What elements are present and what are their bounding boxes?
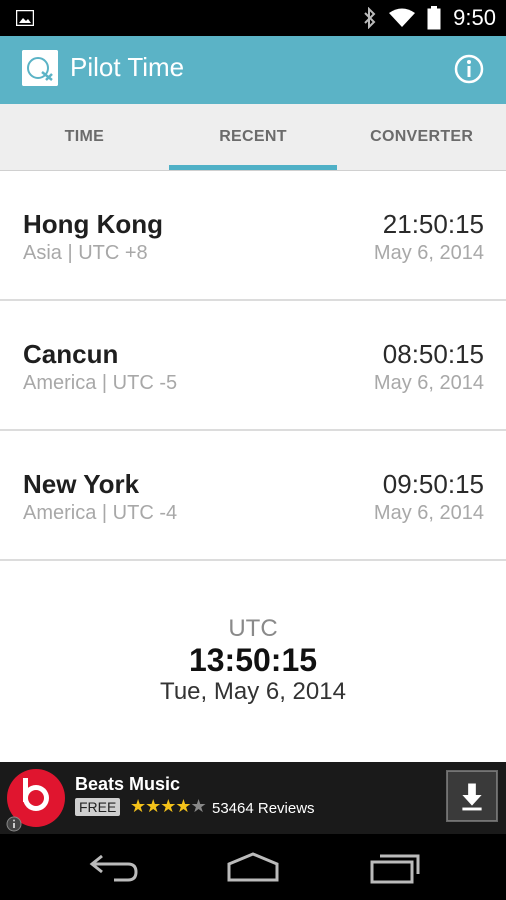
recent-apps-icon[interactable] (364, 850, 424, 884)
city-time: 08:50:15 (382, 339, 484, 369)
tab-converter[interactable]: CONVERTER (337, 104, 506, 170)
ad-price-badge: FREE (75, 798, 121, 816)
city-name: New York (23, 469, 140, 499)
city-date: May 6, 2014 (373, 502, 484, 524)
ad-banner[interactable]: Beats Music FREE ★★★★★ 53464 Reviews (0, 762, 506, 834)
image-icon (16, 10, 34, 26)
list-item[interactable]: Cancun America | UTC -5 08:50:15 May 6, … (0, 301, 506, 431)
city-name: Cancun (23, 339, 119, 369)
app-title: Pilot Time (70, 52, 185, 82)
download-icon[interactable] (446, 770, 498, 822)
list-item[interactable]: Hong Kong Asia | UTC +8 21:50:15 May 6, … (0, 171, 506, 301)
city-date: May 6, 2014 (373, 372, 484, 394)
city-zone: America | UTC -4 (23, 502, 178, 524)
ad-info-icon[interactable] (6, 816, 22, 832)
ad-reviews: 53464 Reviews (212, 800, 315, 817)
app-logo-icon (22, 50, 58, 86)
list-item[interactable]: New York America | UTC -4 09:50:15 May 6… (0, 431, 506, 561)
city-zone: Asia | UTC +8 (23, 242, 148, 264)
city-time: 09:50:15 (382, 469, 484, 499)
navigation-bar (0, 834, 506, 900)
app-bar: Pilot Time (0, 36, 506, 104)
status-time: 9:50 (453, 5, 496, 30)
city-date: May 6, 2014 (373, 242, 484, 264)
utc-clock: UTC 13:50:15 Tue, May 6, 2014 (0, 615, 506, 707)
info-icon[interactable] (454, 54, 484, 84)
ad-app-name: Beats Music (75, 774, 181, 794)
utc-date: Tue, May 6, 2014 (160, 678, 346, 705)
city-zone: America | UTC -5 (23, 372, 178, 394)
battery-icon (427, 6, 441, 30)
utc-time: 13:50:15 (188, 642, 318, 678)
city-time: 21:50:15 (382, 209, 484, 239)
tab-bar: TIME RECENT CONVERTER (0, 104, 506, 171)
ad-rating-stars: ★★★★★ (130, 796, 207, 817)
utc-label: UTC (228, 615, 278, 642)
home-icon[interactable] (223, 850, 283, 884)
tab-recent[interactable]: RECENT (168, 104, 338, 170)
status-bar: 9:50 (0, 0, 506, 36)
city-name: Hong Kong (23, 209, 164, 239)
wifi-icon (389, 8, 416, 27)
bluetooth-icon (364, 7, 376, 29)
recent-list: Hong Kong Asia | UTC +8 21:50:15 May 6, … (0, 171, 506, 561)
back-icon[interactable] (84, 850, 144, 884)
tab-time[interactable]: TIME (0, 104, 169, 170)
